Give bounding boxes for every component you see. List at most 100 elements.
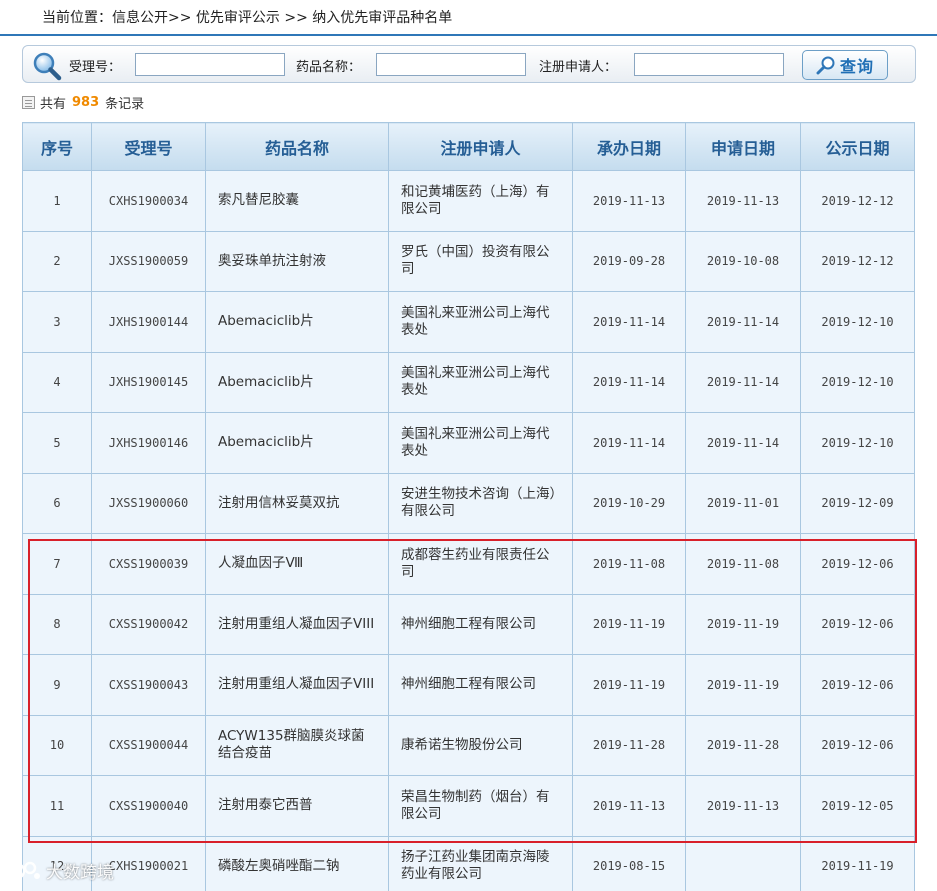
table-row[interactable]: 3 JXHS1900144 Abemaciclib片 美国礼来亚洲公司上海代表处… [22, 291, 915, 353]
handle-date: 2019-08-15 [572, 835, 686, 891]
search-icon [33, 52, 62, 81]
apply-date: 2019-11-01 [685, 472, 801, 534]
handle-date: 2019-11-28 [572, 714, 686, 776]
handle-date: 2019-11-14 [572, 412, 686, 474]
accept-number: CXHS1900034 [91, 170, 206, 232]
handle-date: 2019-11-14 [572, 351, 686, 413]
handle-date: 2019-11-08 [572, 533, 686, 595]
watermark-logo-icon [8, 861, 40, 879]
drug-name[interactable]: 注射用泰它西普 [205, 775, 389, 837]
apply-date: 2019-11-19 [685, 654, 801, 716]
table-row[interactable]: 12 CXHS1900021 磷酸左奥硝唑酯二钠 扬子江药业集团南京海陵药业有限… [22, 835, 915, 891]
apply-date: 2019-11-13 [685, 775, 801, 837]
row-index: 11 [22, 775, 92, 837]
accept-number-label: 受理号： [69, 60, 122, 75]
header-drug-name[interactable]: 药品名称 [205, 122, 389, 171]
row-index: 1 [22, 170, 92, 232]
accept-number: CXSS1900043 [91, 654, 206, 716]
apply-date: 2019-11-14 [685, 351, 801, 413]
applicant-input[interactable] [634, 53, 784, 76]
query-button[interactable]: 查询 [802, 50, 888, 80]
drug-name[interactable]: 奥妥珠单抗注射液 [205, 230, 389, 292]
applicant: 神州细胞工程有限公司 [388, 654, 573, 716]
table-row[interactable]: 4 JXHS1900145 Abemaciclib片 美国礼来亚洲公司上海代表处… [22, 351, 915, 413]
watermark-text: 大数跨境 [46, 863, 114, 883]
drug-name-label: 药品名称： [296, 60, 362, 75]
drug-name[interactable]: 索凡替尼胶囊 [205, 170, 389, 232]
apply-date: 2019-11-19 [685, 593, 801, 655]
publish-date: 2019-11-19 [800, 835, 915, 891]
publish-date: 2019-12-12 [800, 230, 915, 292]
table-row[interactable]: 1 CXHS1900034 索凡替尼胶囊 和记黄埔医药（上海）有限公司 2019… [22, 170, 915, 232]
applicant: 安进生物技术咨询（上海）有限公司 [388, 472, 573, 534]
row-index: 8 [22, 593, 92, 655]
row-index: 7 [22, 533, 92, 595]
row-index: 4 [22, 351, 92, 413]
applicant-label: 注册申请人： [539, 60, 618, 75]
applicant: 美国礼来亚洲公司上海代表处 [388, 412, 573, 474]
accept-number: JXHS1900146 [91, 412, 206, 474]
row-index: 10 [22, 714, 92, 776]
apply-date [685, 835, 801, 891]
drug-name[interactable]: Abemaciclib片 [205, 412, 389, 474]
handle-date: 2019-11-14 [572, 291, 686, 353]
header-apply-date[interactable]: 申请日期 [685, 122, 801, 171]
accept-number: JXSS1900059 [91, 230, 206, 292]
drug-list-table: 序号 受理号 药品名称 注册申请人 承办日期 申请日期 公示日期 1 CXHS1… [22, 122, 915, 891]
applicant: 美国礼来亚洲公司上海代表处 [388, 291, 573, 353]
query-button-label: 查询 [839, 57, 874, 76]
apply-date: 2019-11-14 [685, 412, 801, 474]
header-applicant[interactable]: 注册申请人 [388, 122, 573, 171]
table-row[interactable]: 5 JXHS1900146 Abemaciclib片 美国礼来亚洲公司上海代表处… [22, 412, 915, 474]
applicant: 美国礼来亚洲公司上海代表处 [388, 351, 573, 413]
applicant: 罗氏（中国）投资有限公司 [388, 230, 573, 292]
row-index: 5 [22, 412, 92, 474]
applicant: 成都蓉生药业有限责任公司 [388, 533, 573, 595]
count-value: 983 [72, 94, 100, 110]
table-row[interactable]: 9 CXSS1900043 注射用重组人凝血因子VIII 神州细胞工程有限公司 … [22, 654, 915, 716]
row-index: 6 [22, 472, 92, 534]
table-row[interactable]: 8 CXSS1900042 注射用重组人凝血因子VIII 神州细胞工程有限公司 … [22, 593, 915, 655]
drug-name[interactable]: 注射用重组人凝血因子VIII [205, 593, 389, 655]
record-count: 共有 983 条记录 [22, 92, 144, 112]
handle-date: 2019-11-13 [572, 170, 686, 232]
publish-date: 2019-12-06 [800, 714, 915, 776]
apply-date: 2019-11-28 [685, 714, 801, 776]
header-handle-date[interactable]: 承办日期 [572, 122, 686, 171]
accept-number: CXSS1900040 [91, 775, 206, 837]
drug-name[interactable]: 注射用信林妥莫双抗 [205, 472, 389, 534]
applicant: 扬子江药业集团南京海陵药业有限公司 [388, 835, 573, 891]
accept-number: CXSS1900044 [91, 714, 206, 776]
table-row[interactable]: 10 CXSS1900044 ACYW135群脑膜炎球菌结合疫苗 康希诺生物股份… [22, 714, 915, 776]
search-bar: 受理号： 药品名称： 注册申请人： 查询 [22, 45, 916, 83]
applicant: 神州细胞工程有限公司 [388, 593, 573, 655]
table-row[interactable]: 7 CXSS1900039 人凝血因子Ⅷ 成都蓉生药业有限责任公司 2019-1… [22, 533, 915, 595]
drug-name[interactable]: Abemaciclib片 [205, 351, 389, 413]
header-publish-date[interactable]: 公示日期 [800, 122, 915, 171]
accept-number: JXHS1900145 [91, 351, 206, 413]
breadcrumb: 当前位置：信息公开>> 优先审评公示 >> 纳入优先审评品种名单 [0, 0, 937, 36]
drug-name[interactable]: ACYW135群脑膜炎球菌结合疫苗 [205, 714, 389, 776]
count-prefix: 共有 [40, 96, 67, 112]
publish-date: 2019-12-05 [800, 775, 915, 837]
row-index: 9 [22, 654, 92, 716]
header-index[interactable]: 序号 [22, 122, 92, 171]
accept-number: JXSS1900060 [91, 472, 206, 534]
publish-date: 2019-12-06 [800, 533, 915, 595]
drug-name[interactable]: 注射用重组人凝血因子VIII [205, 654, 389, 716]
handle-date: 2019-09-28 [572, 230, 686, 292]
table-row[interactable]: 2 JXSS1900059 奥妥珠单抗注射液 罗氏（中国）投资有限公司 2019… [22, 230, 915, 292]
drug-name-input[interactable] [376, 53, 526, 76]
header-accept-number[interactable]: 受理号 [91, 122, 206, 171]
accept-number: CXSS1900039 [91, 533, 206, 595]
drug-name[interactable]: Abemaciclib片 [205, 291, 389, 353]
table-row[interactable]: 6 JXSS1900060 注射用信林妥莫双抗 安进生物技术咨询（上海）有限公司… [22, 472, 915, 534]
publish-date: 2019-12-10 [800, 351, 915, 413]
table-row[interactable]: 11 CXSS1900040 注射用泰它西普 荣昌生物制药（烟台）有限公司 20… [22, 775, 915, 837]
magnifier-icon [816, 56, 835, 75]
accept-number-input[interactable] [135, 53, 285, 76]
handle-date: 2019-10-29 [572, 472, 686, 534]
drug-name[interactable]: 人凝血因子Ⅷ [205, 533, 389, 595]
drug-name[interactable]: 磷酸左奥硝唑酯二钠 [205, 835, 389, 891]
apply-date: 2019-11-13 [685, 170, 801, 232]
